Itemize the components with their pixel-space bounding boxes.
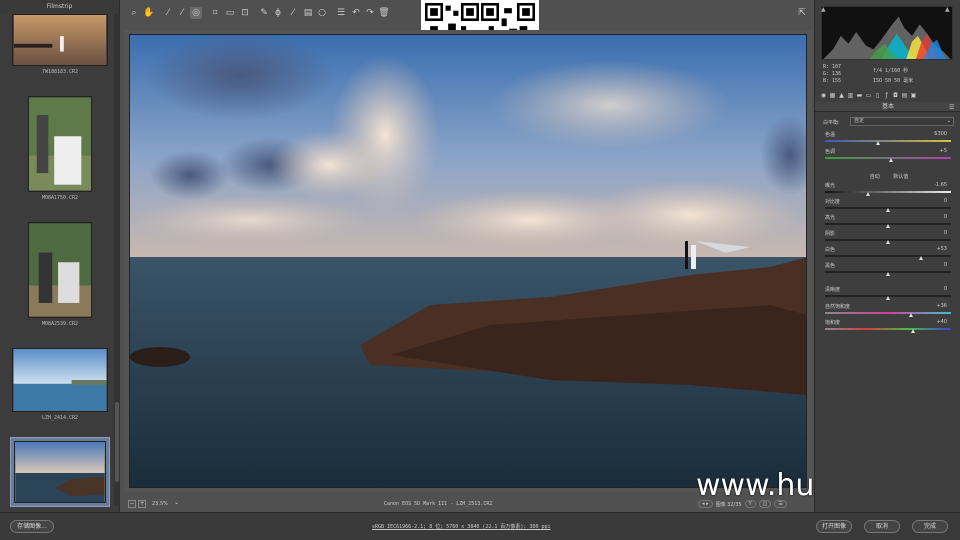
slider-temperature[interactable]: 色温 6300 [823, 131, 955, 145]
filmstrip-panel: Filmstrip 7W188183.CR2 M08A1750.CR2 M08A… [0, 0, 120, 512]
preferences-icon[interactable]: ☰ [335, 7, 347, 19]
hand-icon[interactable]: ✋ [143, 7, 155, 19]
filmstrip-item[interactable]: M08A2539.CR2 [10, 222, 110, 327]
slider-vibrance[interactable]: 自然饱和度 +36 [823, 303, 955, 317]
preview-area[interactable] [124, 30, 812, 492]
cancel-button[interactable]: 取消 [864, 520, 900, 533]
camera-calibration-tab-icon[interactable]: ◘ [892, 92, 899, 99]
save-image-button[interactable]: 存储图像... [10, 520, 54, 533]
auto-button[interactable]: 自动 [870, 174, 880, 180]
workflow-options-link[interactable]: sRGB IEC61966-2.1; 8 位; 5760 x 3840 (22.… [372, 523, 551, 530]
open-image-button[interactable]: 打开图像 [816, 520, 852, 533]
thumbnail-image [12, 348, 108, 412]
split-toning-tab-icon[interactable]: ▬ [856, 92, 863, 99]
photo-image [130, 35, 806, 487]
shadow-clip-icon[interactable]: ▲ [821, 6, 826, 13]
graduated-filter-icon[interactable]: ▤ [302, 7, 314, 19]
color-sampler-icon[interactable]: ⁄ [176, 7, 188, 19]
done-button[interactable]: 完成 [912, 520, 948, 533]
slider-clarity[interactable]: 清晰度 0 [823, 286, 955, 300]
transform-icon[interactable]: ⊡ [239, 7, 251, 19]
photo-preview[interactable] [129, 34, 807, 488]
histogram [821, 6, 953, 60]
zoom-icon[interactable]: ⌕ [128, 7, 140, 19]
adjustments-panel: ▲ ▲ R: 107 G: 136 B: 155 f/4 1/160 秒 ISO… [814, 0, 960, 512]
tone-curve-tab-icon[interactable]: ▦ [829, 92, 836, 99]
white-balance-label: 白平衡: [823, 120, 840, 126]
thumbnail-image [28, 222, 92, 318]
crop-icon[interactable]: ⌗ [209, 7, 221, 19]
slider-exposure[interactable]: 曝光 -1.65 [823, 182, 955, 196]
slider-shadows[interactable]: 阴影 0 [823, 230, 955, 244]
fx-tab-icon[interactable]: ƒ [883, 92, 890, 99]
thumbnail-image [28, 96, 92, 192]
rotate-left-icon[interactable]: ↶ [350, 7, 362, 19]
fullscreen-icon[interactable]: ⇱ [796, 7, 808, 19]
adjustment-brush-icon[interactable]: ⁄ [287, 7, 299, 19]
filmstrip-item[interactable]: M08A1750.CR2 [10, 96, 110, 201]
zoom-dropdown-icon[interactable]: ⌄ [174, 499, 179, 506]
zoom-in-button[interactable]: + [138, 500, 146, 508]
white-balance-select[interactable]: 自定 ⌄ [850, 117, 954, 126]
basic-tab-icon[interactable]: ◉ [820, 92, 827, 99]
scrollbar-thumb[interactable] [115, 402, 119, 482]
slider-blacks[interactable]: 黑色 0 [823, 262, 955, 276]
slider-highlights[interactable]: 高光 0 [823, 214, 955, 228]
filmstrip-scrollbar[interactable] [114, 14, 120, 506]
snapshots-tab-icon[interactable]: ▣ [910, 92, 917, 99]
effects-tab-icon[interactable]: ▯ [874, 92, 881, 99]
zoom-level[interactable]: 23.5% [152, 501, 168, 507]
rgb-readout: R: 107 G: 136 B: 155 [823, 64, 842, 84]
panel-title: 基本 [815, 102, 960, 112]
panel-menu-icon[interactable]: ☰ [949, 104, 954, 111]
filmstrip-title: Filmstrip [0, 0, 119, 14]
filmstrip-item[interactable]: 7W188183.CR2 [10, 14, 110, 75]
target-adjust-icon[interactable]: ◎ [190, 7, 202, 19]
hsl-tab-icon[interactable]: ▥ [847, 92, 854, 99]
thumbnail-caption: M08A1750.CR2 [41, 195, 79, 201]
bottom-bar: 存储图像... sRGB IEC61966-2.1; 8 位; 5760 x 3… [0, 512, 960, 540]
thumbnail-caption: 7W188183.CR2 [41, 69, 79, 75]
default-button[interactable]: 默认值 [893, 174, 908, 180]
white-balance-row: 白平衡: 自定 ⌄ [823, 117, 955, 126]
radial-filter-icon[interactable]: ○ [316, 7, 328, 19]
chevron-down-icon: ⌄ [946, 118, 951, 124]
thumbnail-caption: M08A2539.CR2 [41, 321, 79, 327]
lens-tab-icon[interactable]: ▭ [865, 92, 872, 99]
thumbnail-image [14, 441, 106, 503]
white-balance-icon[interactable]: ⁄ [162, 7, 174, 19]
thumbnail-image [12, 14, 108, 66]
highlight-clip-icon[interactable]: ▲ [945, 6, 950, 13]
exif-readout: f/4 1/160 秒 ISO 50 50 毫米 [873, 68, 914, 84]
panel-tabs: ◉ ▦ ▲ ▥ ▬ ▭ ▯ ƒ ◘ ▤ ▣ [817, 92, 959, 102]
slider-tint[interactable]: 色调 +5 [823, 148, 955, 162]
slider-whites[interactable]: 白色 +53 [823, 246, 955, 260]
spot-removal-icon[interactable]: ✎ [258, 7, 270, 19]
filmstrip-item[interactable]: LZH_2414.CR2 [10, 348, 110, 421]
thumbnail-caption: LZH_2414.CR2 [41, 415, 79, 421]
camera-raw-window: Filmstrip 7W188183.CR2 M08A1750.CR2 M08A… [0, 0, 960, 540]
slider-saturation[interactable]: 饱和度 +40 [823, 319, 955, 333]
red-eye-icon[interactable]: ϕ [272, 7, 284, 19]
zoom-out-button[interactable]: − [128, 500, 136, 508]
rotate-right-icon[interactable]: ↷ [364, 7, 376, 19]
auto-default-row: 自动 默认值 [823, 173, 955, 180]
slider-contrast[interactable]: 对比度 0 [823, 198, 955, 212]
filmstrip-item-selected[interactable] [10, 437, 110, 507]
presets-tab-icon[interactable]: ▤ [901, 92, 908, 99]
straighten-icon[interactable]: ▭ [224, 7, 236, 19]
trash-icon[interactable]: 🗑 [378, 7, 390, 19]
detail-tab-icon[interactable]: ▲ [838, 92, 845, 99]
camera-info: Canon EOS 5D Mark III - LZH_2513.CR2 [384, 501, 493, 507]
